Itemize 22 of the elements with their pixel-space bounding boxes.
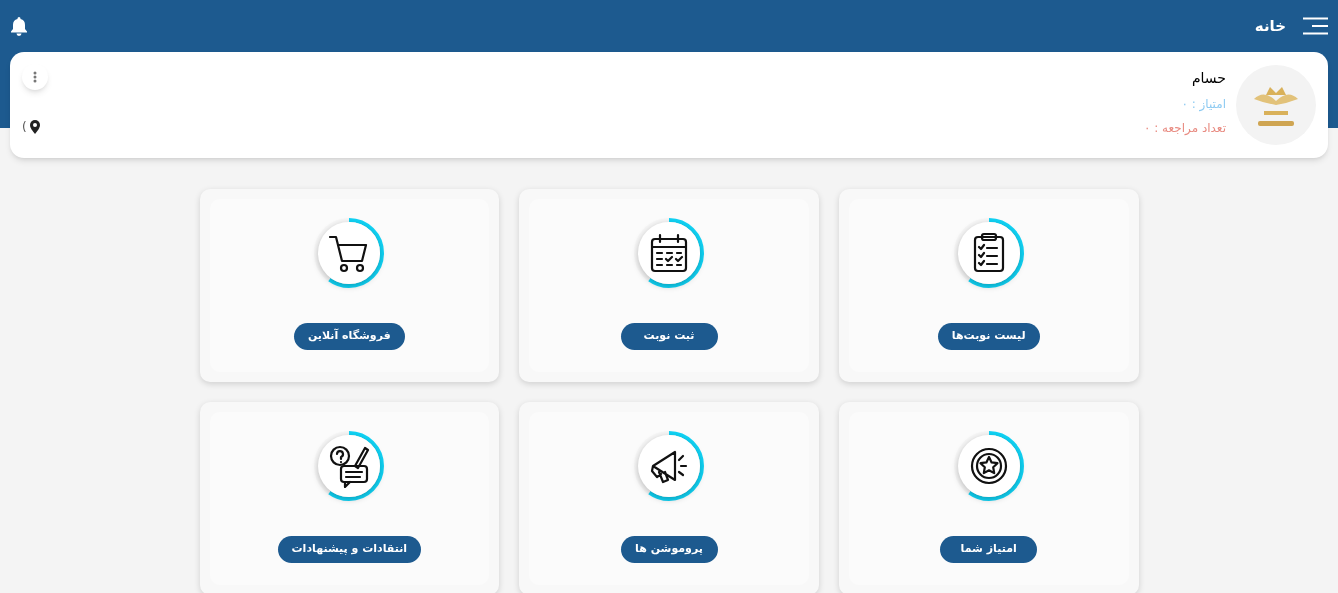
more-icon <box>33 71 37 83</box>
question-and-pencil-icon <box>327 444 372 488</box>
location-pin-icon <box>28 120 41 134</box>
tile-card[interactable]: فروشگاه آنلاین <box>199 189 500 382</box>
tile-button[interactable]: فروشگاه آنلاین <box>293 323 405 350</box>
tile-button[interactable]: پروموشن ها <box>620 536 718 563</box>
bell-icon[interactable] <box>10 16 28 36</box>
tile-card[interactable]: امتیاز شما <box>838 402 1139 593</box>
page-title: خانه <box>1254 15 1286 37</box>
points-text: امتیاز : ۰ <box>1180 95 1226 113</box>
tile-card[interactable]: ثبت نوبت <box>519 189 819 382</box>
location-text: ( <box>22 119 27 136</box>
menu-icon[interactable] <box>1302 17 1328 35</box>
tile-card[interactable]: انتقادات و پیشنهادات <box>199 402 500 593</box>
tile-button[interactable]: امتیاز شما <box>940 536 1038 563</box>
tile-button[interactable]: لیست نوبت‌ها <box>937 323 1040 350</box>
tile-card[interactable]: پروموشن ها <box>519 402 819 593</box>
tile-button[interactable]: انتقادات و پیشنهادات <box>277 536 422 563</box>
tile-card[interactable]: لیست نوبت‌ها <box>838 189 1139 382</box>
visits-text: تعداد مراجعه : ۰ <box>1143 119 1226 137</box>
tile-button[interactable]: ثبت نوبت <box>620 323 718 350</box>
user-name: حسام <box>1190 68 1226 88</box>
